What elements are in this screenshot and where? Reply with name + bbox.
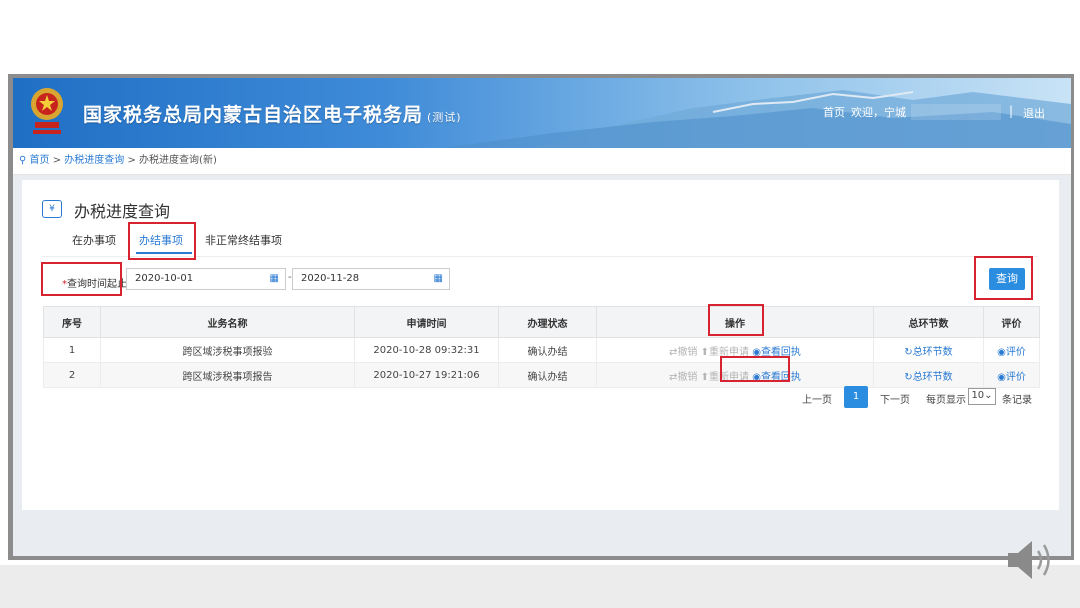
site-title-suffix: (测试) bbox=[427, 111, 462, 124]
site-header: 国家税务总局内蒙古自治区电子税务局 (测试) 首页 欢迎，宁城 | 退出 bbox=[13, 78, 1071, 148]
highlight-box-operation-header bbox=[708, 304, 764, 336]
prev-page-button[interactable]: 上一页 bbox=[802, 391, 832, 406]
user-name-field bbox=[911, 104, 1001, 120]
highlight-box-tab bbox=[128, 222, 196, 260]
table-row: 2 跨区域涉税事项报告 2020-10-27 19:21:06 确认办结 ⇄撤销… bbox=[43, 362, 1040, 388]
cell-index: 1 bbox=[43, 337, 101, 363]
highlight-box-query bbox=[974, 256, 1033, 300]
steps-link[interactable]: 总环节数 bbox=[913, 347, 953, 358]
tab-in-progress[interactable]: 在办事项 bbox=[72, 232, 116, 248]
breadcrumb-level1[interactable]: 办税进度查询 bbox=[64, 155, 124, 166]
breadcrumb: ⚲ 首页 > 办税进度查询 > 办税进度查询(新) bbox=[13, 148, 1071, 175]
cell-status: 确认办结 bbox=[498, 362, 597, 388]
site-title-text: 国家税务总局内蒙古自治区电子税务局 bbox=[83, 104, 424, 126]
end-date-value: 2020-11-28 bbox=[301, 273, 360, 284]
slide-background-band bbox=[0, 565, 1080, 608]
col-header-index: 序号 bbox=[43, 306, 101, 338]
cell-steps: ↻总环节数 bbox=[873, 362, 984, 388]
rate-link[interactable]: 评价 bbox=[1006, 347, 1026, 358]
cell-time: 2020-10-28 09:32:31 bbox=[354, 337, 499, 363]
cell-name: 跨区域涉税事项报验 bbox=[100, 337, 355, 363]
start-date-value: 2020-10-01 bbox=[135, 273, 194, 284]
page-title: 办税进度查询 bbox=[74, 202, 171, 221]
site-title: 国家税务总局内蒙古自治区电子税务局 (测试) bbox=[83, 100, 462, 127]
cell-rating: ◉评价 bbox=[983, 362, 1040, 388]
refresh-icon: ↻ bbox=[904, 346, 913, 358]
eye-icon: ◉ bbox=[997, 346, 1006, 358]
next-page-button[interactable]: 下一页 bbox=[880, 391, 910, 406]
map-pin-icon: ⚲ bbox=[19, 155, 27, 166]
page-size-select[interactable]: 10⌄ bbox=[968, 388, 996, 405]
tax-form-icon: ¥ bbox=[42, 200, 62, 218]
upload-icon: ⬆ bbox=[700, 346, 710, 358]
header-links: 首页 欢迎，宁城 bbox=[823, 104, 912, 120]
revoke-link[interactable]: 撤销 bbox=[677, 372, 697, 383]
tab-abnormal-terminated[interactable]: 非正常终结事项 bbox=[205, 232, 282, 248]
cell-rating: ◉评价 bbox=[983, 337, 1040, 363]
rate-link[interactable]: 评价 bbox=[1006, 372, 1026, 383]
welcome-text: 欢迎，宁城 bbox=[851, 106, 906, 119]
cell-steps: ↻总环节数 bbox=[873, 337, 984, 363]
col-header-rating: 评价 bbox=[983, 306, 1040, 338]
col-header-name: 业务名称 bbox=[100, 306, 355, 338]
logout-link[interactable]: 退出 bbox=[1023, 105, 1045, 121]
main-panel: ¥ 办税进度查询 在办事项 办结事项 非正常终结事项 *查询时间起止 2020-… bbox=[22, 180, 1059, 510]
cell-index: 2 bbox=[43, 362, 101, 388]
table-header-row: 序号 业务名称 申请时间 办理状态 操作 总环节数 评价 bbox=[43, 306, 1040, 338]
breadcrumb-current: 办税进度查询(新) bbox=[139, 155, 217, 166]
results-table: 序号 业务名称 申请时间 办理状态 操作 总环节数 评价 1 跨区域涉税事项报验… bbox=[43, 306, 1040, 388]
header-separator: | bbox=[1009, 104, 1014, 118]
page-size-label: 每页显示 bbox=[926, 395, 966, 406]
calendar-icon[interactable]: ▦ bbox=[270, 269, 279, 289]
upload-icon: ⬆ bbox=[700, 371, 710, 383]
start-date-field[interactable]: 2020-10-01 ▦ bbox=[126, 268, 286, 290]
breadcrumb-sep: > bbox=[127, 155, 136, 166]
steps-link[interactable]: 总环节数 bbox=[913, 372, 953, 383]
eye-icon: ◉ bbox=[997, 371, 1006, 383]
cell-time: 2020-10-27 19:21:06 bbox=[354, 362, 499, 388]
col-header-status: 办理状态 bbox=[498, 306, 597, 338]
home-link[interactable]: 首页 bbox=[823, 106, 845, 119]
records-label: 条记录 bbox=[1002, 395, 1032, 406]
browser-screen: 国家税务总局内蒙古自治区电子税务局 (测试) 首页 欢迎，宁城 | 退出 ⚲ 首页 … bbox=[13, 78, 1071, 556]
refresh-icon: ↻ bbox=[904, 371, 913, 383]
table-row: 1 跨区域涉税事项报验 2020-10-28 09:32:31 确认办结 ⇄撤销… bbox=[43, 337, 1040, 363]
breadcrumb-sep: > bbox=[52, 155, 62, 166]
col-header-time: 申请时间 bbox=[354, 306, 499, 338]
speaker-icon[interactable] bbox=[1004, 535, 1060, 585]
revoke-link[interactable]: 撤销 bbox=[677, 347, 697, 358]
cell-status: 确认办结 bbox=[498, 337, 597, 363]
col-header-steps: 总环节数 bbox=[873, 306, 984, 338]
national-emblem-icon bbox=[31, 88, 63, 134]
breadcrumb-home[interactable]: 首页 bbox=[30, 155, 50, 166]
cell-name: 跨区域涉税事项报告 bbox=[100, 362, 355, 388]
highlight-box-label bbox=[41, 262, 122, 296]
page-size-value: 10 bbox=[971, 390, 985, 401]
chevron-down-icon: ⌄ bbox=[984, 390, 993, 401]
page-number-button[interactable]: 1 bbox=[844, 386, 868, 408]
calendar-icon[interactable]: ▦ bbox=[434, 269, 443, 289]
highlight-box-view-receipt bbox=[720, 356, 790, 382]
end-date-field[interactable]: 2020-11-28 ▦ bbox=[292, 268, 450, 290]
